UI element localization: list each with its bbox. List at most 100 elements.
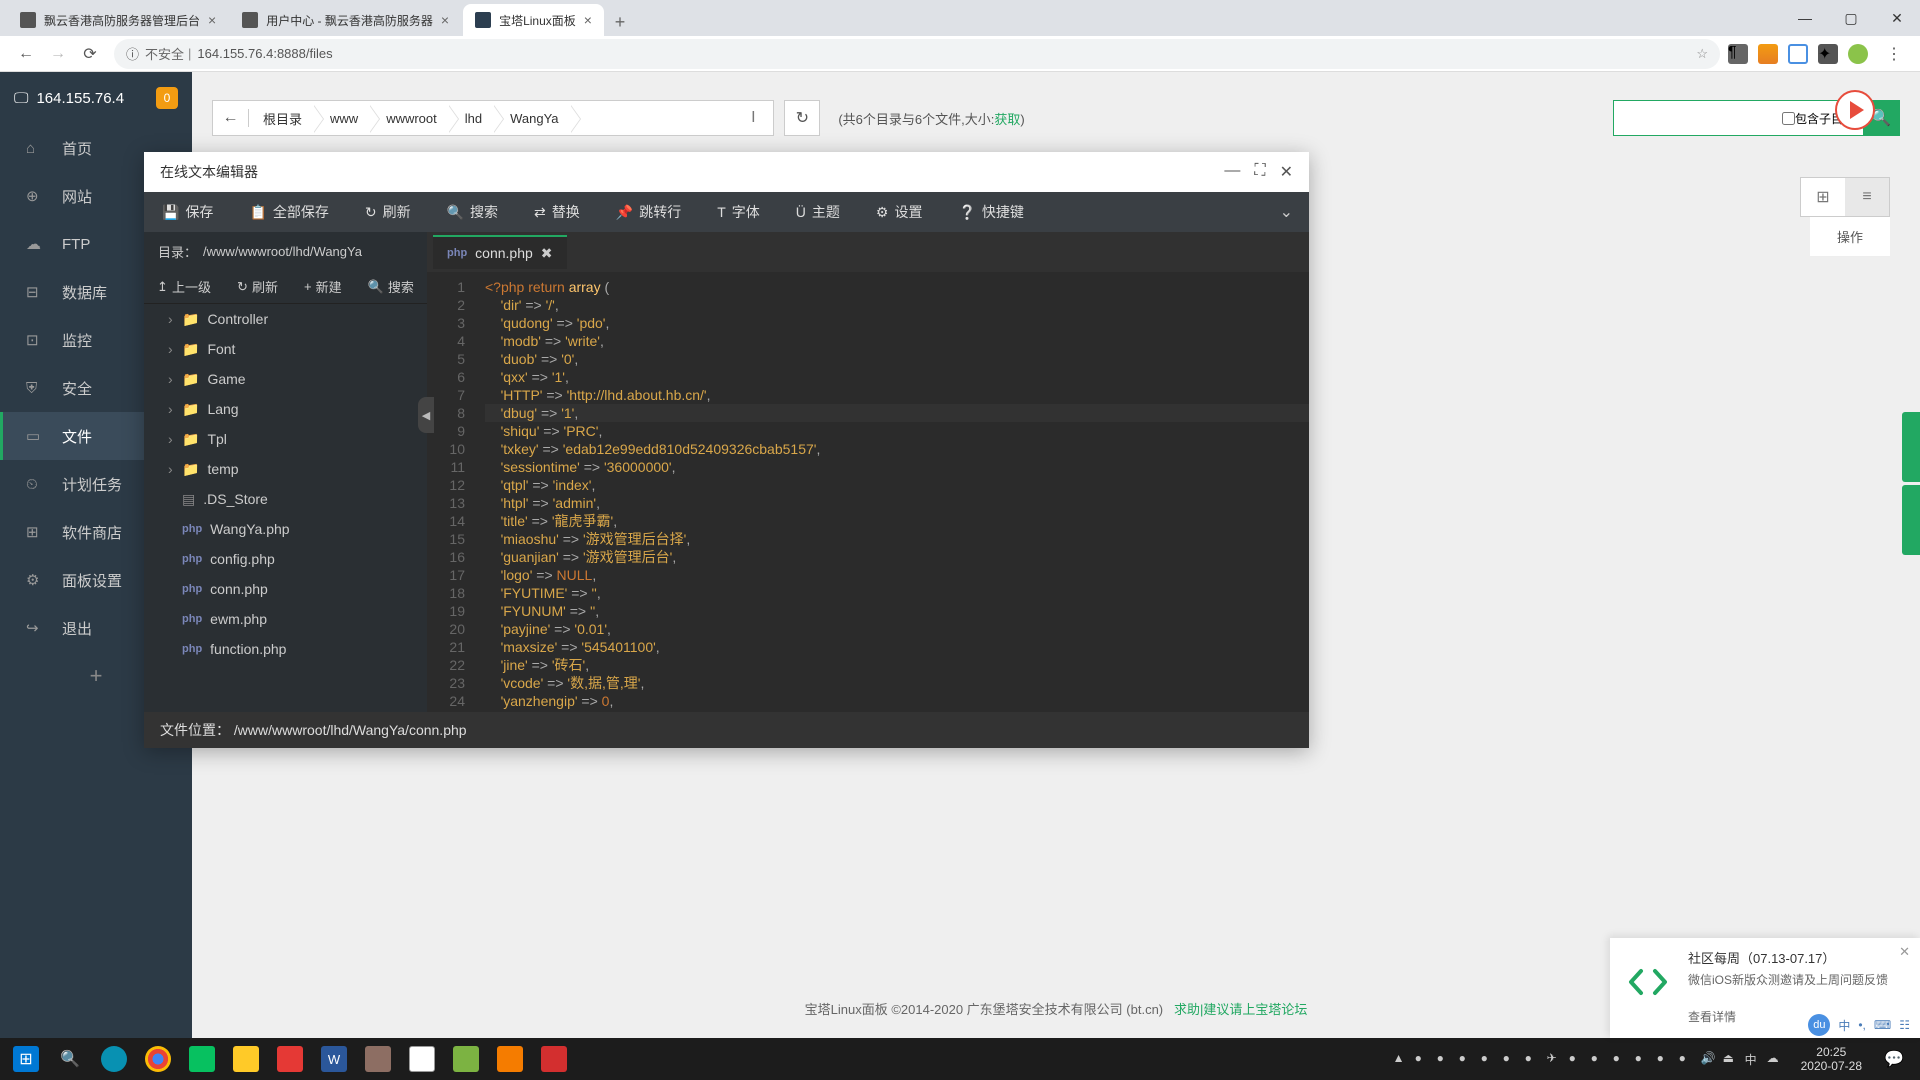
toolbar-button[interactable]: 🔍搜索 xyxy=(429,192,516,232)
word-icon[interactable]: W xyxy=(312,1041,356,1077)
app-icon[interactable] xyxy=(356,1041,400,1077)
toolbar-button[interactable]: Ü主题 xyxy=(778,192,858,232)
chrome-icon[interactable] xyxy=(136,1041,180,1077)
path-cursor[interactable]: I xyxy=(733,109,773,127)
ime-float: du 中 •, ⌨ ☷ xyxy=(1808,1014,1910,1036)
toolbar-button[interactable]: ❔快捷键 xyxy=(940,192,1041,232)
system-tray[interactable]: ▲●●● ●●●✈ ●●●● ●●🔊⏏ 中☁ xyxy=(1385,1051,1791,1067)
tree-item[interactable]: phpfunction.php xyxy=(144,634,427,664)
toolbar-button[interactable]: ⇄替换 xyxy=(516,192,598,232)
tree-item[interactable]: phpconn.php xyxy=(144,574,427,604)
app-icon[interactable] xyxy=(268,1041,312,1077)
editor-close-icon[interactable]: ✕ xyxy=(1280,162,1293,182)
app-icon[interactable] xyxy=(92,1041,136,1077)
collapse-handle[interactable]: ◀ xyxy=(418,397,434,433)
tree-tool-button[interactable]: ↥上一级 xyxy=(157,277,211,296)
tree-item[interactable]: ›📁Tpl xyxy=(144,424,427,454)
start-button[interactable]: ⊞ xyxy=(4,1041,48,1077)
taskbar: ⊞ 🔍 W ▲●●● ●●●✈ ●●●● ●●🔊⏏ 中☁ 20:25 2020-… xyxy=(0,1038,1920,1080)
toolbar-button[interactable]: 📌跳转行 xyxy=(598,192,699,232)
breadcrumb-item[interactable]: www xyxy=(316,101,372,135)
code-editor[interactable]: 123456789101112131415161718192021222324 … xyxy=(427,272,1309,712)
list-view-button[interactable]: ≡ xyxy=(1845,178,1889,216)
ime-grid[interactable]: ☷ xyxy=(1899,1018,1910,1032)
tree-item[interactable]: ›📁Lang xyxy=(144,394,427,424)
new-tab-button[interactable]: + xyxy=(606,8,634,36)
toolbar-button[interactable]: 📋全部保存 xyxy=(231,192,346,232)
help-link[interactable]: 求助|建议请上宝塔论坛 xyxy=(1174,1002,1307,1017)
breadcrumb-item[interactable]: wwwroot xyxy=(372,101,451,135)
browser-tab[interactable]: 宝塔Linux面板× xyxy=(463,4,604,36)
url-bar[interactable]: ⓘ 不安全 | 164.155.76.4:8888/files ☆ xyxy=(114,39,1720,69)
tree-item[interactable]: phpconfig.php xyxy=(144,544,427,574)
code-tab[interactable]: php conn.php ✖ xyxy=(433,235,567,269)
editor-minimize-icon[interactable]: — xyxy=(1224,162,1240,182)
side-float xyxy=(1902,412,1920,558)
avatar-icon[interactable] xyxy=(1848,44,1868,64)
url-text: 164.155.76.4:8888/files xyxy=(197,46,332,61)
search-button[interactable]: 🔍 xyxy=(48,1041,92,1077)
ime-icon[interactable]: du xyxy=(1808,1014,1830,1036)
view-toggle: ⊞ ≡ xyxy=(1800,177,1890,217)
ext-icon[interactable] xyxy=(1788,44,1808,64)
back-button[interactable]: ← xyxy=(10,38,42,70)
tree-item[interactable]: phpWangYa.php xyxy=(144,514,427,544)
tree-tool-button[interactable]: 🔍搜索 xyxy=(368,277,414,296)
footer: 宝塔Linux面板 ©2014-2020 广东堡塔安全技术有限公司 (bt.cn… xyxy=(805,999,1308,1018)
action-center-icon[interactable]: 💬 xyxy=(1872,1041,1916,1077)
side-float-btn[interactable] xyxy=(1902,485,1920,555)
path-refresh-button[interactable]: ↻ xyxy=(784,100,820,136)
tree-item[interactable]: ›📁temp xyxy=(144,454,427,484)
ime-punct[interactable]: •, xyxy=(1858,1018,1866,1032)
ext-icon[interactable]: ¶ xyxy=(1728,44,1748,64)
tree-item[interactable]: ›📁Game xyxy=(144,364,427,394)
tree-item[interactable]: ›📁Font xyxy=(144,334,427,364)
clock[interactable]: 20:25 2020-07-28 xyxy=(1791,1045,1872,1073)
ime-lang[interactable]: 中 xyxy=(1838,1017,1850,1034)
explorer-icon[interactable] xyxy=(224,1041,268,1077)
path-back-button[interactable]: ← xyxy=(213,109,249,127)
notif-badge[interactable]: 0 xyxy=(156,87,178,109)
code-area: ◀ php conn.php ✖ 12345678910111213141516… xyxy=(427,232,1309,712)
editor-toolbar: 💾保存📋全部保存↻刷新🔍搜索⇄替换📌跳转行T字体Ü主题⚙设置❔快捷键 ⌄ xyxy=(144,192,1309,232)
tree-tools: ↥上一级 ↻刷新 +新建 🔍搜索 xyxy=(144,270,427,304)
search-input[interactable] xyxy=(1614,111,1774,126)
browser-tab[interactable]: 用户中心 - 飘云香港高防服务器× xyxy=(230,4,461,36)
tree-tool-button[interactable]: +新建 xyxy=(304,277,342,296)
app-icon[interactable] xyxy=(488,1041,532,1077)
maximize-button[interactable]: ▢ xyxy=(1828,2,1874,34)
notif-close-icon[interactable]: ✕ xyxy=(1899,944,1910,960)
wechat-icon[interactable] xyxy=(180,1041,224,1077)
tree-tool-button[interactable]: ↻刷新 xyxy=(237,277,278,296)
toolbar-button[interactable]: T字体 xyxy=(699,192,778,232)
server-ip: 164.155.76.4 xyxy=(36,90,124,107)
tab-close-icon[interactable]: ✖ xyxy=(541,245,553,262)
close-window-button[interactable]: ✕ xyxy=(1874,2,1920,34)
minimize-button[interactable]: — xyxy=(1782,2,1828,34)
browser-tab[interactable]: 飘云香港高防服务器管理后台× xyxy=(8,4,228,36)
floating-action-button[interactable] xyxy=(1835,90,1875,130)
side-float-btn[interactable] xyxy=(1902,412,1920,482)
app-icon[interactable] xyxy=(400,1041,444,1077)
toolbar-button[interactable]: ⚙设置 xyxy=(858,192,941,232)
grid-view-button[interactable]: ⊞ xyxy=(1801,178,1845,216)
extensions-icon[interactable]: ✦ xyxy=(1818,44,1838,64)
toolbar-button[interactable]: ↻刷新 xyxy=(347,192,429,232)
toolbar-more-icon[interactable]: ⌄ xyxy=(1264,202,1309,222)
get-size-link[interactable]: 获取 xyxy=(994,112,1020,127)
app-icon[interactable] xyxy=(444,1041,488,1077)
reload-button[interactable]: ⟳ xyxy=(74,38,106,70)
menu-button[interactable]: ⋮ xyxy=(1878,38,1910,70)
code-icon xyxy=(1622,956,1674,1008)
tree-item[interactable]: ▤.DS_Store xyxy=(144,484,427,514)
tree-item[interactable]: phpewm.php xyxy=(144,604,427,634)
tree-item[interactable]: ›📁Controller xyxy=(144,304,427,334)
forward-button[interactable]: → xyxy=(42,38,74,70)
ime-kb[interactable]: ⌨ xyxy=(1874,1018,1891,1032)
ext-icon[interactable] xyxy=(1758,44,1778,64)
breadcrumb-item[interactable]: 根目录 xyxy=(249,101,316,135)
app-icon[interactable] xyxy=(532,1041,576,1077)
editor-maximize-icon[interactable]: ⛶ xyxy=(1254,162,1265,182)
toolbar-button[interactable]: 💾保存 xyxy=(144,192,231,232)
breadcrumb-item[interactable]: WangYa xyxy=(496,101,572,135)
